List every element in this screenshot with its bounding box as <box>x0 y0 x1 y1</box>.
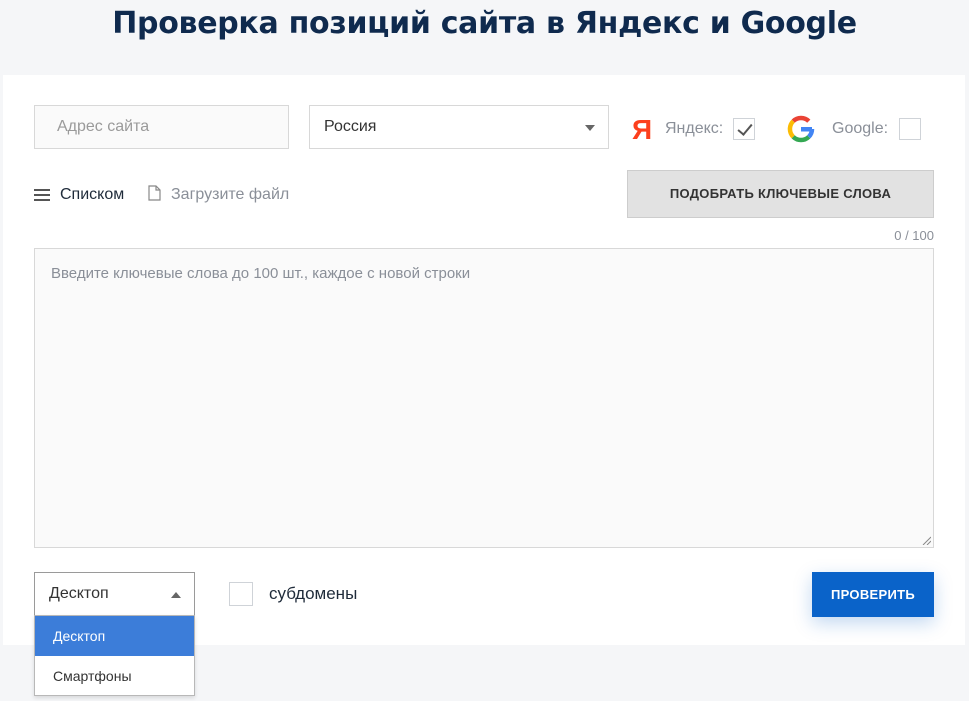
svg-text:Я: Я <box>632 114 652 145</box>
yandex-label: Яндекс: <box>665 120 724 137</box>
check-button[interactable]: ПРОВЕРИТЬ <box>812 572 934 617</box>
google-checkbox[interactable] <box>899 118 921 140</box>
list-icon <box>34 188 50 202</box>
device-option-smartphones[interactable]: Смартфоны <box>35 656 194 696</box>
keywords-field[interactable] <box>34 248 934 548</box>
resize-grip-icon[interactable] <box>922 536 931 545</box>
list-mode-option[interactable]: Списком <box>34 184 124 206</box>
site-url-input[interactable] <box>57 106 266 148</box>
page-title: Проверка позиций сайта в Яндекс и Google <box>112 6 857 41</box>
pick-keywords-button[interactable]: ПОДОБРАТЬ КЛЮЧЕВЫЕ СЛОВА <box>627 170 934 218</box>
region-select[interactable]: Россия <box>309 105 609 149</box>
device-select[interactable]: Десктоп <box>34 572 195 616</box>
checkmark-icon <box>737 120 753 136</box>
file-upload-label: Загрузите файл <box>171 186 290 203</box>
site-url-field[interactable] <box>34 105 289 149</box>
keyword-counter: 0 / 100 <box>894 228 934 243</box>
chevron-down-icon <box>585 125 595 131</box>
yandex-checkbox[interactable] <box>733 118 755 140</box>
google-label: Google: <box>832 120 889 137</box>
region-select-value: Россия <box>324 118 377 135</box>
yandex-logo-icon: Я <box>632 113 652 145</box>
keywords-textarea[interactable] <box>51 265 917 531</box>
list-mode-label: Списком <box>60 186 125 203</box>
device-option-desktop[interactable]: Десктоп <box>35 616 194 656</box>
chevron-up-icon <box>171 592 181 598</box>
file-upload-option[interactable]: Загрузите файл <box>148 184 289 206</box>
subdomains-checkbox[interactable] <box>229 582 253 606</box>
device-select-value: Десктоп <box>49 585 109 602</box>
subdomains-label: субдомены <box>269 584 358 603</box>
google-logo-icon <box>786 114 816 144</box>
device-dropdown: Десктоп Смартфоны <box>34 615 195 696</box>
file-icon <box>148 184 161 206</box>
